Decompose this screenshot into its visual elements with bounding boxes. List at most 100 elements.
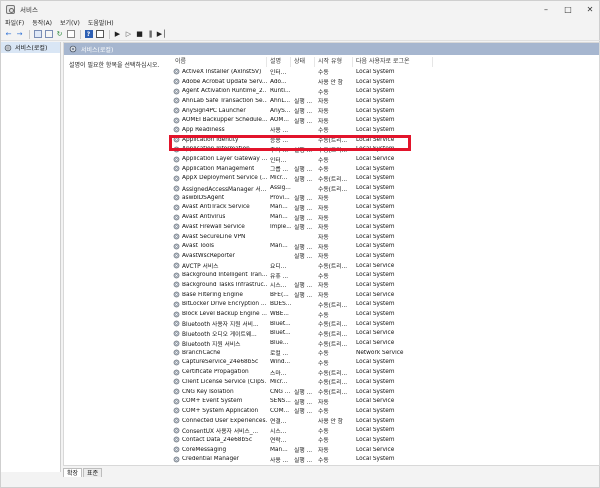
table-row[interactable]: Credential Manager 사용 ... 실행 ... 수동 Local Sy…: [172, 455, 600, 465]
service-gear-icon: [173, 88, 180, 95]
service-name: ActiveX Installer (AxInstSV): [182, 68, 262, 75]
refresh-icon[interactable]: ↻: [55, 30, 64, 39]
table-row[interactable]: Application Management 그룹 ... 실행 ... 수동 Loca…: [172, 164, 600, 174]
column-header-name[interactable]: 이름: [172, 57, 267, 67]
help-icon[interactable]: ?: [84, 30, 93, 39]
table-row[interactable]: Avast Tools Man... 실행 ... 자동 Local System: [172, 241, 600, 251]
play-outline-icon[interactable]: ▷: [124, 30, 133, 39]
close-button[interactable]: ✕: [579, 1, 600, 17]
service-status: 실행 ...: [294, 215, 313, 222]
console-icon[interactable]: [33, 30, 42, 39]
table-row[interactable]: BranchCache 로컬 ... 수동 Network Service: [172, 348, 600, 358]
service-gear-icon: [173, 194, 180, 201]
table-row[interactable]: COM+ Event System SENS... 실행 ... 자동 Local Se…: [172, 396, 600, 406]
service-gear-icon: [173, 359, 180, 366]
table-row[interactable]: Bluetooth 지원 서비스 Blue... 수동(트리... Local Ser…: [172, 338, 600, 348]
service-startup-type: 자동: [318, 109, 329, 116]
table-row[interactable]: AOMEI Backupper Schedule... AOM... 실행 ... 자…: [172, 115, 600, 125]
table-row[interactable]: Avast Antivirus Man... 실행 ... 자동 Local Syste…: [172, 212, 600, 222]
table-row[interactable]: Certificate Propagation 스마... 수동(트리... Loca…: [172, 367, 600, 377]
table-row[interactable]: Base Filtering Engine BFE(... 실행 ... 자동 Loca…: [172, 290, 600, 300]
service-gear-icon: [173, 272, 180, 279]
table-row[interactable]: CaptureService_24e68b5c Wind... 수동 Local Sy…: [172, 358, 600, 368]
properties-icon[interactable]: [95, 30, 104, 39]
table-row[interactable]: Bluetooth 오디오 게이트웨... Bluet... 수동(트리... Loc…: [172, 329, 600, 339]
table-row[interactable]: Connected User Experiences... 연결... 사용 안 함…: [172, 416, 600, 426]
table-row[interactable]: Background Tasks Infrastruc... 시스... 실행 ..…: [172, 280, 600, 290]
service-gear-icon: [173, 185, 180, 191]
table-row[interactable]: COM+ System Application COM... 실행 ... 수동 Loc…: [172, 406, 600, 416]
table-row[interactable]: AvastWscReporter 실행 ... 자동 Local System: [172, 251, 600, 261]
stop-icon[interactable]: ■: [135, 30, 144, 39]
table-row[interactable]: Adobe Acrobat Update Serv... Ado... 사용 안 함…: [172, 77, 600, 87]
table-row[interactable]: Application Identity 응용 ... 수동(트리... Local …: [172, 135, 600, 145]
table-row[interactable]: Bluetooth 사용자 지원 서비... Bluet... 수동(트리... Lo…: [172, 319, 600, 329]
service-description: SENS...: [270, 398, 291, 405]
column-header-logon-as[interactable]: 다음 사용자로 로그온: [353, 57, 433, 67]
menu-action[interactable]: 동작(A): [32, 18, 52, 27]
table-row[interactable]: Agent Activation Runtime_2... Runti... 수동 L…: [172, 86, 600, 96]
service-startup-type: 수동(트리...: [318, 390, 348, 397]
play-icon[interactable]: ▶: [113, 30, 122, 39]
column-header-startup-type[interactable]: 시작 유형: [315, 57, 353, 67]
service-logon-as: Local System: [356, 243, 395, 250]
table-row[interactable]: ConsentUX 사용자 서비스_... 시스... 수동 Local System: [172, 425, 600, 435]
service-startup-type: 자동: [318, 448, 329, 455]
table-row[interactable]: Background Intelligent Tran... 유휴 ... 수동 Lo…: [172, 270, 600, 280]
tree-item-services-local[interactable]: 서비스(로컬): [1, 42, 60, 53]
list-icon[interactable]: [44, 30, 53, 39]
service-status: 실행 ...: [294, 244, 313, 251]
table-row[interactable]: Avast AntiTrack Service Man... 실행 ... 자동 Loc…: [172, 203, 600, 213]
service-status: 실행 ...: [294, 448, 313, 455]
table-row[interactable]: Avast Firewall Service Imple... 실행 ... 자동 Lo…: [172, 222, 600, 232]
restart-icon[interactable]: ▶│: [157, 30, 167, 39]
export-icon[interactable]: [66, 30, 75, 39]
minimize-button[interactable]: –: [535, 1, 557, 17]
table-row[interactable]: AppX Deployment Service (... Micr... 실행 ..…: [172, 174, 600, 184]
service-name: COM+ Event System: [182, 398, 243, 405]
service-description: COM...: [270, 407, 290, 414]
table-row[interactable]: Application Information 추가 ... 실행 ... 수동(트리…: [172, 145, 600, 155]
column-header-description[interactable]: 설명: [267, 57, 291, 67]
table-row[interactable]: Block Level Backup Engine ... WBE... 수동 Loc…: [172, 309, 600, 319]
table-row[interactable]: CNG Key Isolation CNG ... 실행 ... 수동(트리... Lo…: [172, 387, 600, 397]
service-gear-icon: [173, 204, 180, 211]
service-name: CoreMessaging: [182, 446, 227, 453]
tab-standard[interactable]: 표준: [83, 468, 103, 477]
service-name-cell: Connected User Experiences...: [172, 417, 267, 424]
table-row[interactable]: AssignedAccessManager 서... Assig... 수동(트리.…: [172, 183, 600, 193]
table-row[interactable]: aswbIDSAgent Provi... 실행 ... 자동 Local System: [172, 193, 600, 203]
menu-help[interactable]: 도움말(H): [88, 18, 114, 27]
table-row[interactable]: AnySign4PC Launcher AnyS... 실행 ... 자동 Local …: [172, 106, 600, 116]
forward-icon[interactable]: →: [15, 30, 24, 39]
table-row[interactable]: CoreMessaging Man... 실행 ... 자동 Local Service: [172, 445, 600, 455]
service-gear-icon: [173, 117, 180, 124]
service-logon-as: Local System: [356, 311, 395, 318]
service-name-cell: Contact Data_24e68b5c: [172, 436, 267, 443]
table-row[interactable]: BitLocker Drive Encryption ... BDES... 수동(…: [172, 300, 600, 310]
service-name: Certificate Propagation: [182, 369, 249, 376]
table-row[interactable]: AhnLab Safe Transaction Se... AhnL... 실행 .…: [172, 96, 600, 106]
table-row[interactable]: App Readiness 사용 ... 수동 Local System: [172, 125, 600, 135]
service-gear-icon: [173, 262, 180, 269]
column-header-status[interactable]: 상태: [291, 57, 315, 67]
table-row[interactable]: Contact Data_24e68b5c 연락... 수동 Local System: [172, 435, 600, 445]
table-row[interactable]: Avast SecureLine VPN 자동 Local System: [172, 232, 600, 242]
service-description: Man...: [270, 446, 288, 453]
service-name: Adobe Acrobat Update Serv...: [182, 78, 267, 85]
service-gear-icon: [173, 291, 180, 298]
table-row[interactable]: AVCTP 서비스 요디... 수동(트리... Local Service: [172, 261, 600, 271]
menu-file[interactable]: 파일(F): [5, 18, 24, 27]
menu-view[interactable]: 보기(V): [60, 18, 80, 27]
service-startup-type: 자동: [318, 254, 329, 261]
tab-extended[interactable]: 확장: [63, 468, 83, 477]
back-icon[interactable]: ←: [4, 30, 13, 39]
table-row[interactable]: Application Layer Gateway ... 인터... 수동 Loca…: [172, 154, 600, 164]
table-row[interactable]: Client License Service (ClipS... Micr... 수…: [172, 377, 600, 387]
maximize-button[interactable]: □: [557, 1, 579, 17]
table-row[interactable]: ActiveX Installer (AxInstSV) 인터... 수동 Local…: [172, 67, 600, 77]
service-name: Avast Tools: [182, 243, 215, 250]
service-description: 사용 ...: [270, 457, 289, 464]
pause-icon[interactable]: ‖: [146, 30, 155, 39]
service-name: Background Intelligent Tran...: [182, 272, 267, 279]
